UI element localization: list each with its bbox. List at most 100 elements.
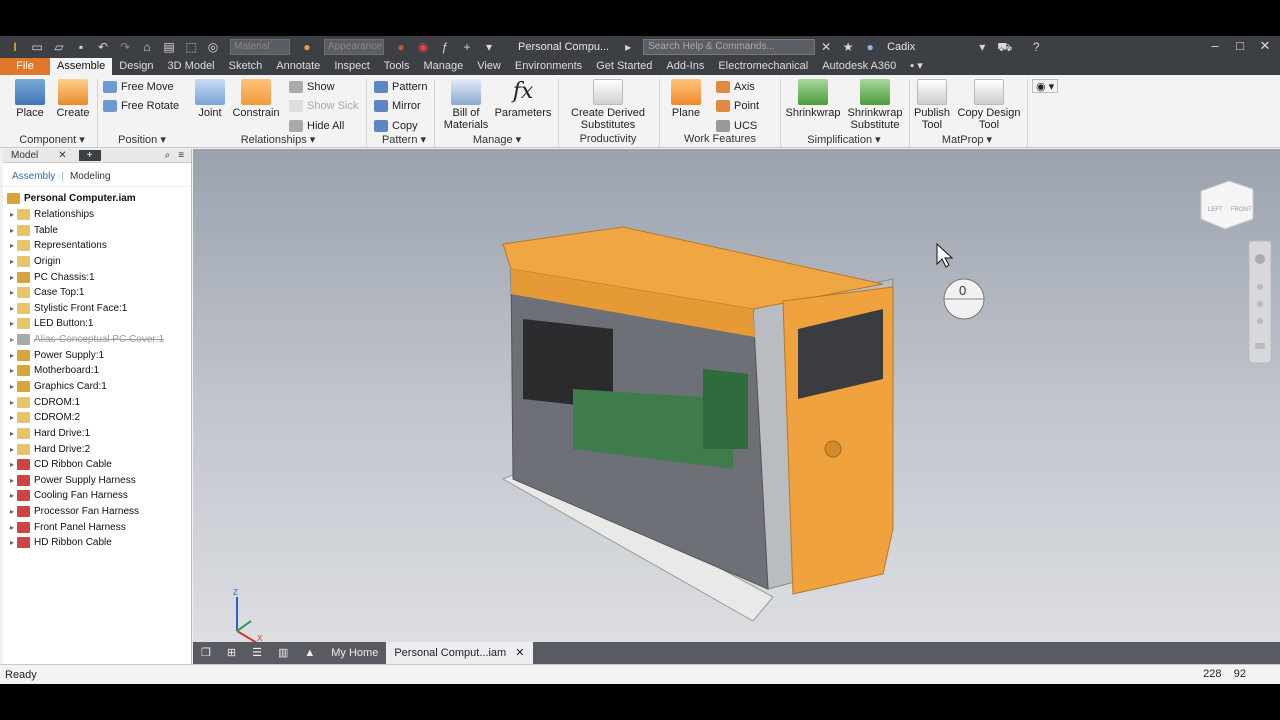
print-icon[interactable]: ▤: [162, 40, 176, 54]
user-name[interactable]: Cadix: [887, 41, 915, 53]
show-button[interactable]: Show: [289, 81, 335, 93]
expand-icon[interactable]: ▸: [7, 351, 17, 360]
parameters-button[interactable]: fx Parameters: [494, 79, 552, 119]
home-icon[interactable]: ⌂: [140, 40, 154, 54]
tab-add-ins[interactable]: Add-Ins: [659, 58, 711, 75]
expand-icon[interactable]: ▸: [7, 319, 17, 328]
place-button[interactable]: Place: [10, 79, 50, 119]
panel-pattern[interactable]: Pattern ▾: [374, 133, 434, 146]
browser-add-icon[interactable]: +: [78, 150, 101, 161]
free-rotate-button[interactable]: Free Rotate: [103, 100, 179, 112]
zoom-icon[interactable]: [1257, 301, 1263, 307]
expand-icon[interactable]: ▸: [7, 304, 17, 313]
cart-icon[interactable]: ⛟: [997, 40, 1012, 54]
expand-icon[interactable]: ▸: [7, 382, 17, 391]
vertical-windows-icon[interactable]: ▥: [270, 642, 296, 664]
tree-node[interactable]: ▸ Relationships: [3, 207, 191, 223]
undo-icon[interactable]: ↶: [96, 40, 110, 54]
tab-get-started[interactable]: Get Started: [589, 58, 659, 75]
tab-list-icon[interactable]: ▲: [296, 642, 323, 664]
pan-icon[interactable]: [1257, 284, 1263, 290]
orbit-icon[interactable]: [1257, 318, 1263, 324]
my-home-tab[interactable]: My Home: [323, 642, 386, 664]
tile-windows-icon[interactable]: ❐: [193, 642, 219, 664]
clear-appearance-icon[interactable]: ●: [394, 40, 408, 54]
tree-node[interactable]: ▸ Representations: [3, 238, 191, 254]
browser-search-icon[interactable]: ⌕: [165, 150, 171, 161]
help-icon[interactable]: ?: [1029, 40, 1043, 54]
panel-matprop[interactable]: MatProp ▾: [936, 133, 998, 146]
redo-icon[interactable]: ↷: [118, 40, 132, 54]
expand-icon[interactable]: ▸: [7, 273, 17, 282]
star-icon[interactable]: ★: [841, 40, 855, 54]
hide-all-button[interactable]: Hide All: [289, 120, 344, 132]
active-document-tab[interactable]: Personal Comput...iam ✕: [386, 642, 533, 664]
plus-icon[interactable]: +: [460, 40, 474, 54]
tree-node[interactable]: ▸ Hard Drive:2: [3, 441, 191, 457]
expand-icon[interactable]: ▸: [7, 366, 17, 375]
create-button[interactable]: Create: [52, 79, 94, 119]
tab-inspect[interactable]: Inspect: [327, 58, 376, 75]
save-icon[interactable]: ▪: [74, 40, 88, 54]
tree-node[interactable]: ▸ Alias-Conceptual PC Cover:1: [3, 332, 191, 348]
tab-design[interactable]: Design: [112, 58, 160, 75]
tab-3d-model[interactable]: 3D Model: [161, 58, 222, 75]
tree-node[interactable]: ▸ CDROM:2: [3, 410, 191, 426]
show-sick-button[interactable]: Show Sick: [289, 100, 358, 112]
tree-node[interactable]: ▸ Case Top:1: [3, 285, 191, 301]
horizontal-windows-icon[interactable]: ☰: [244, 642, 270, 664]
tree-root[interactable]: Personal Computer.iam: [3, 191, 191, 207]
ucs-button[interactable]: UCS: [716, 120, 757, 132]
tree-node[interactable]: ▸ Front Panel Harness: [3, 519, 191, 535]
tree-node[interactable]: ▸ Hard Drive:1: [3, 426, 191, 442]
publish-tool-button[interactable]: Publish Tool: [912, 79, 952, 131]
tree-node[interactable]: ▸ Power Supply:1: [3, 347, 191, 363]
copy-design-tool-button[interactable]: Copy Design Tool: [955, 79, 1023, 131]
expand-icon[interactable]: ▸: [7, 523, 17, 532]
free-move-button[interactable]: Free Move: [103, 81, 174, 93]
tree-node[interactable]: ▸ PC Chassis:1: [3, 269, 191, 285]
close-icon[interactable]: ✕: [1257, 38, 1273, 54]
ribbon-options-icon[interactable]: ▪ ▾: [903, 58, 929, 75]
browser-menu-icon[interactable]: ≡: [178, 150, 184, 161]
tree-node[interactable]: ▸ Processor Fan Harness: [3, 504, 191, 520]
panel-manage[interactable]: Manage ▾: [466, 133, 528, 146]
tab-file[interactable]: File: [0, 58, 50, 75]
tab-assemble[interactable]: Assemble: [50, 58, 113, 75]
material-dropdown[interactable]: Material: [230, 39, 290, 55]
tree-node[interactable]: ▸ HD Ribbon Cable: [3, 535, 191, 551]
viewcube[interactable]: [1200, 180, 1254, 230]
shrinkwrap-button[interactable]: Shrinkwrap: [784, 79, 842, 119]
help-search-input[interactable]: Search Help & Commands...: [643, 39, 816, 55]
expand-icon[interactable]: ▸: [7, 335, 17, 344]
expand-icon[interactable]: ▸: [7, 460, 17, 469]
expand-icon[interactable]: ▸: [7, 538, 17, 547]
customize-icon[interactable]: ▾: [482, 40, 496, 54]
joint-button[interactable]: Joint: [194, 79, 226, 119]
expand-icon[interactable]: ▸: [7, 288, 17, 297]
ribbon-extra-dropdown[interactable]: ◉ ▾: [1032, 79, 1059, 93]
tree-node[interactable]: ▸ Motherboard:1: [3, 363, 191, 379]
user-dropdown-icon[interactable]: ▾: [975, 40, 989, 54]
expand-icon[interactable]: ▸: [7, 507, 17, 516]
panel-simplification[interactable]: Simplification ▾: [798, 133, 890, 146]
expand-icon[interactable]: ▸: [7, 257, 17, 266]
mirror-button[interactable]: Mirror: [374, 100, 421, 112]
expand-icon[interactable]: ▸: [7, 226, 17, 235]
point-button[interactable]: Point: [716, 100, 759, 112]
panel-relationships[interactable]: Relationships ▾: [230, 133, 326, 146]
adjust-icon[interactable]: ◉: [416, 40, 430, 54]
copy-button[interactable]: Copy: [374, 120, 418, 132]
update-icon[interactable]: ◎: [206, 40, 220, 54]
constrain-button[interactable]: Constrain: [230, 79, 282, 119]
expand-icon[interactable]: ▸: [7, 210, 17, 219]
close-tab-icon[interactable]: ✕: [515, 647, 524, 659]
tree-node[interactable]: ▸ LED Button:1: [3, 316, 191, 332]
expand-icon[interactable]: ▸: [7, 491, 17, 500]
tree-node[interactable]: ▸ CD Ribbon Cable: [3, 457, 191, 473]
tab-manage[interactable]: Manage: [416, 58, 470, 75]
create-derived-substitutes-button[interactable]: Create Derived Substitutes: [566, 79, 650, 131]
new-icon[interactable]: ▭: [30, 40, 44, 54]
tree-node[interactable]: ▸ Graphics Card:1: [3, 379, 191, 395]
expand-icon[interactable]: ▸: [7, 429, 17, 438]
